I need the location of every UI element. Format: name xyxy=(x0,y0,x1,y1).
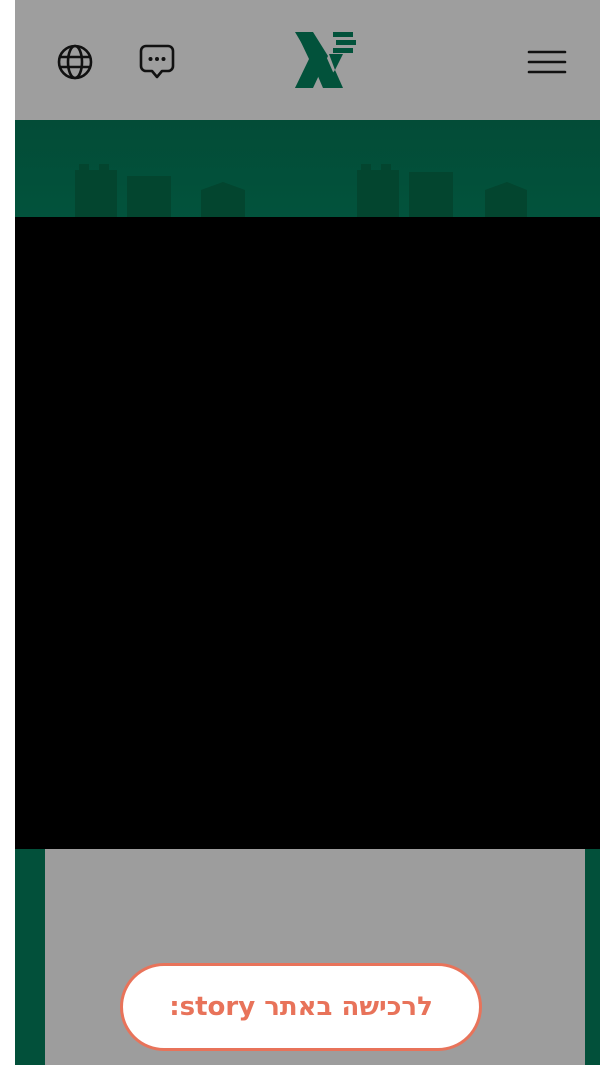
chat-bubble-icon xyxy=(139,44,175,79)
hamburger-menu-icon xyxy=(527,50,567,74)
hero-banner xyxy=(15,120,600,220)
menu-button[interactable] xyxy=(525,40,569,84)
purchase-story-button[interactable]: לרכישה באתר story: xyxy=(120,963,482,1051)
city-skyline-illustration xyxy=(75,164,527,220)
xe-logo-icon[interactable] xyxy=(295,26,359,92)
page xyxy=(15,0,600,1065)
video-player[interactable] xyxy=(15,217,600,849)
globe-icon xyxy=(57,44,93,80)
chat-button[interactable] xyxy=(135,40,179,84)
language-button[interactable] xyxy=(53,40,97,84)
top-header xyxy=(15,0,600,120)
